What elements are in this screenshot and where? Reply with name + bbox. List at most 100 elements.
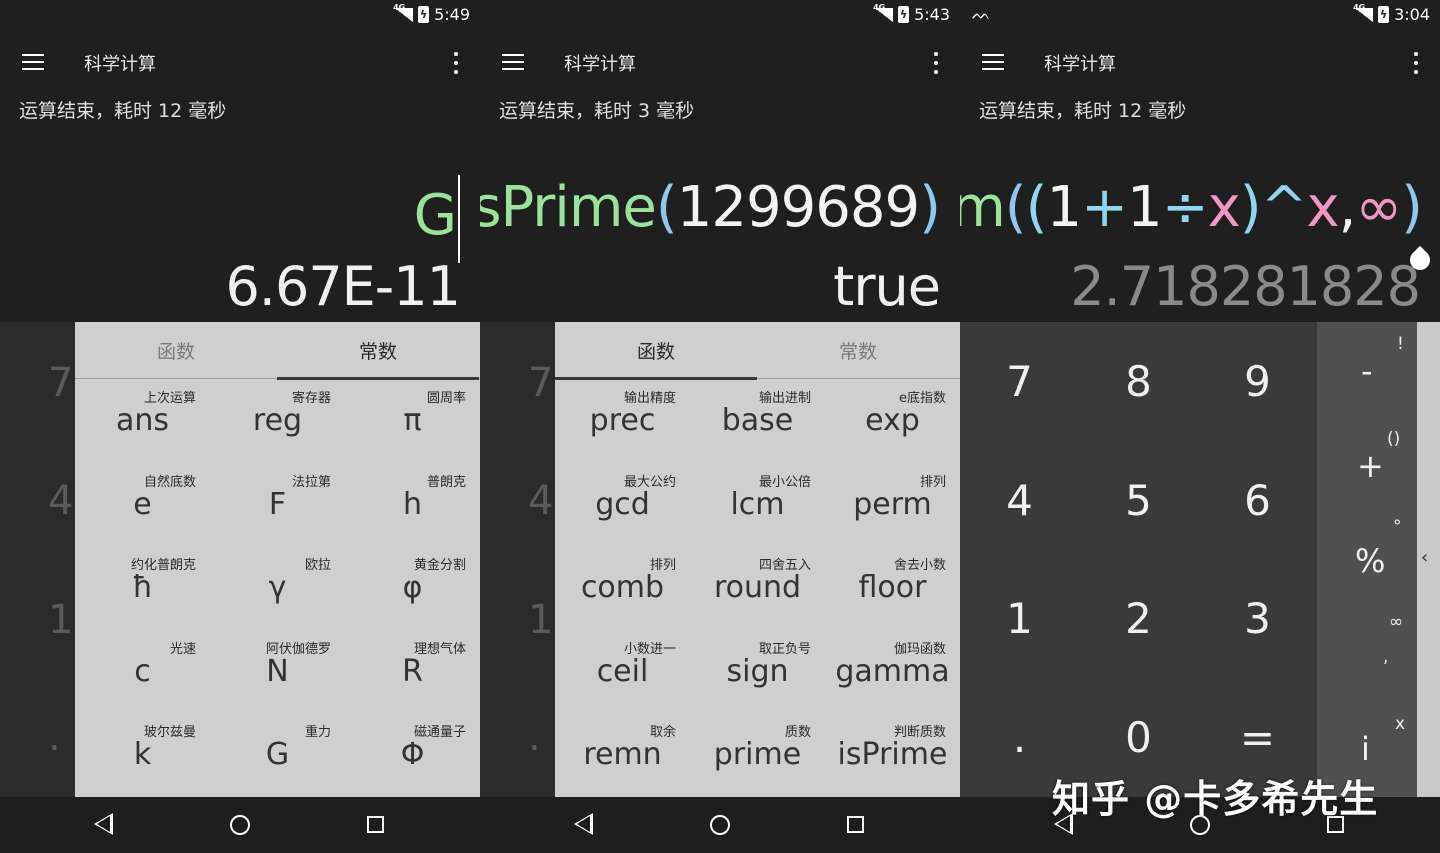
cell-label: round [713,570,802,606]
grid-cell[interactable]: 质数 prime [690,713,825,797]
grid-cell[interactable]: 伽玛函数 gamma [825,630,960,714]
cell-label: isPrime [837,737,948,773]
recents-icon[interactable] [367,816,384,833]
key-1[interactable]: 1 [960,560,1079,679]
grid-cell[interactable]: 排列 comb [555,546,690,630]
key-infinity[interactable]: ∞ [1389,612,1403,632]
key-degree[interactable]: ° [1393,517,1402,537]
chevron-left-icon: ‹ [1421,547,1429,568]
app-title: 科学计算 [564,54,636,75]
cell-label: h [402,486,422,522]
grid-cell[interactable]: 黄金分割 φ [345,546,480,630]
grid-cell[interactable]: e底指数 exp [825,379,960,463]
grid-cell[interactable]: 法拉第 F [210,463,345,547]
key-imaginary[interactable]: i [1361,730,1370,768]
cell-label: F [268,486,287,522]
grid-cell[interactable]: 小数进一 ceil [555,630,690,714]
key-plus[interactable]: + [1357,447,1384,485]
app-toolbar: 科学计算 [0,40,480,84]
grid-cell[interactable]: 排列 perm [825,463,960,547]
key-minus[interactable]: - [1361,352,1373,390]
expression-input[interactable]: lim((1+1÷x)^x,∞) [960,175,1423,240]
grid-cell[interactable]: 阿伏伽德罗 N [210,630,345,714]
key-variable-x[interactable]: x [1395,714,1405,734]
home-icon[interactable] [710,815,730,835]
recents-icon[interactable] [847,816,864,833]
status-bar: 4G ϟ 5:49 [0,0,480,30]
tab-constants[interactable]: 常数 [277,322,479,379]
grid-cell[interactable]: 重力 G [210,713,345,797]
grid-cell[interactable]: 上次运算 ans [75,379,210,463]
sheet-tabs: 函数 常数 [555,322,960,380]
key-4[interactable]: 4 [960,441,1079,560]
grid-cell[interactable]: 自然底数 e [75,463,210,547]
cell-label: prec [589,403,656,438]
expr-token: 1299689 [676,175,920,240]
grid-cell[interactable]: 最大公约 gcd [555,463,690,547]
key-5[interactable]: 5 [1079,441,1198,560]
menu-icon[interactable] [982,54,1004,70]
more-options-icon[interactable] [932,52,940,74]
grid-cell[interactable]: 磁通量子 Φ [345,713,480,797]
drawer-handle[interactable]: ‹ [1417,322,1440,797]
back-icon[interactable] [574,813,593,835]
cell-label: remn [583,737,662,773]
back-icon[interactable] [94,813,113,835]
grid-cell[interactable]: 圆周率 π [345,379,480,463]
bg-key: 4 [528,478,554,524]
grid-cell[interactable]: 判断质数 isPrime [825,713,960,797]
grid-cell[interactable]: 光速 c [75,630,210,714]
grid-cell[interactable]: 寄存器 reg [210,379,345,463]
tab-functions[interactable]: 函数 [555,322,757,379]
cell-label: comb [580,570,665,606]
expr-token: ) [919,175,941,240]
grid-cell[interactable]: 欧拉 γ [210,546,345,630]
menu-icon[interactable] [502,54,524,70]
expression-input[interactable]: G [414,175,460,263]
battery-icon: ϟ [898,6,910,23]
grid-cell[interactable]: 四舍五入 round [690,546,825,630]
battery-icon: ϟ [1378,6,1390,23]
expr-token: lim [960,175,1006,240]
grid-cell[interactable]: 约化普朗克 ħ [75,546,210,630]
grid-cell[interactable]: 输出精度 prec [555,379,690,463]
key-comma[interactable]: , [1383,647,1388,667]
menu-icon[interactable] [22,54,44,70]
tab-constants[interactable]: 常数 [757,322,959,379]
calculator-panel-functions: 4G ϟ 5:43 科学计算 运算结束，耗时 3 毫秒 isPrime(1299… [480,0,960,853]
grid-cell[interactable]: 舍去小数 floor [825,546,960,630]
key-parentheses[interactable]: () [1387,429,1400,449]
battery-icon: ϟ [418,6,430,23]
result-display: 2.718281828 [1070,255,1421,318]
cell-label: perm [853,486,932,522]
expr-token: x [1306,175,1340,240]
grid-cell[interactable]: 理想气体 R [345,630,480,714]
grid-cell[interactable]: 普朗克 h [345,463,480,547]
key-3[interactable]: 3 [1198,560,1317,679]
signal-icon: 4G [393,3,414,22]
cell-label: ans [115,403,170,438]
key-6[interactable]: 6 [1198,441,1317,560]
home-icon[interactable] [230,815,250,835]
bg-key: . [528,714,541,760]
background-keypad: 7 4 1 . [480,322,555,797]
key-factorial[interactable]: ! [1397,334,1404,354]
status-bar: ᨓ 4G ϟ 3:04 [960,0,1440,30]
grid-cell[interactable]: 输出进制 base [690,379,825,463]
grid-cell[interactable]: 取余 remn [555,713,690,797]
grid-cell[interactable]: 最小公倍 lcm [690,463,825,547]
key-7[interactable]: 7 [960,322,1079,441]
grid-cell[interactable]: 玻尔兹曼 k [75,713,210,797]
tab-functions[interactable]: 函数 [75,322,277,379]
key-2[interactable]: 2 [1079,560,1198,679]
more-options-icon[interactable] [1412,52,1420,74]
key-9[interactable]: 9 [1198,322,1317,441]
function-sheet: 函数 常数 输出精度 prec 输出进制 base e底指数 exp 最大公约 gcd … [555,322,960,797]
key-percent[interactable]: % [1355,542,1385,580]
grid-cell[interactable]: 取正负号 sign [690,630,825,714]
more-options-icon[interactable] [452,52,460,74]
cell-label: c [134,653,151,689]
key-8[interactable]: 8 [1079,322,1198,441]
expression-input[interactable]: isPrime(1299689) [480,175,941,240]
cell-label: φ [402,570,423,606]
